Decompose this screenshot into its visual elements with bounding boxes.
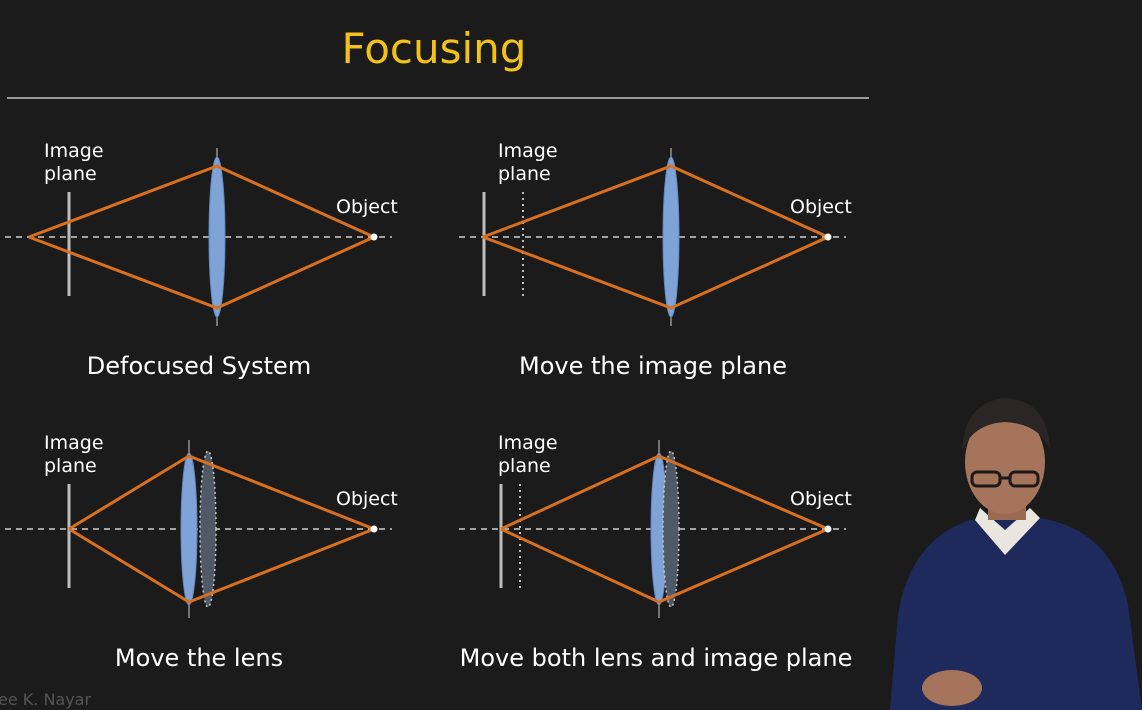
- object-label: Object: [336, 196, 398, 218]
- previous-lens-outline: [199, 450, 217, 608]
- image-plane-label: Image plane: [44, 140, 104, 185]
- ray-upper: [68, 454, 375, 531]
- object-label: Object: [336, 488, 398, 510]
- panel-move-image-plane: Image plane Object Move the image plane: [454, 130, 894, 410]
- image-plane-label: Image plane: [44, 432, 104, 477]
- lens: [180, 452, 198, 606]
- panel-move-lens: Image plane Object Move the lens: [0, 422, 440, 702]
- panel-move-both: Image plane Object Move both lens and im…: [454, 422, 894, 702]
- lens: [662, 156, 680, 318]
- object-point: [370, 233, 378, 241]
- slide-title: Focusing: [341, 24, 527, 73]
- ray-lower: [68, 527, 375, 604]
- presenter-figure: [890, 398, 1142, 710]
- previous-lens-outline: [662, 450, 680, 608]
- caption: Defocused System: [86, 352, 312, 380]
- ray-lower: [482, 235, 829, 310]
- caption: Move the lens: [114, 644, 284, 672]
- panel-defocused-system: Image plane Object Defocused System: [0, 130, 440, 410]
- object-point: [370, 525, 378, 533]
- object-point: [824, 525, 832, 533]
- object-label: Object: [790, 488, 852, 510]
- ray-lower: [28, 235, 375, 310]
- caption: Move the image plane: [519, 352, 787, 380]
- object-label: Object: [790, 196, 852, 218]
- object-point: [824, 233, 832, 241]
- image-plane-label: Image plane: [498, 140, 558, 185]
- watermark-text: ee K. Nayar: [0, 690, 92, 709]
- lens: [208, 156, 226, 318]
- caption: Move both lens and image plane: [459, 644, 853, 672]
- image-plane-label: Image plane: [498, 432, 558, 477]
- presenter-hand: [922, 670, 982, 706]
- title-divider: [7, 97, 869, 99]
